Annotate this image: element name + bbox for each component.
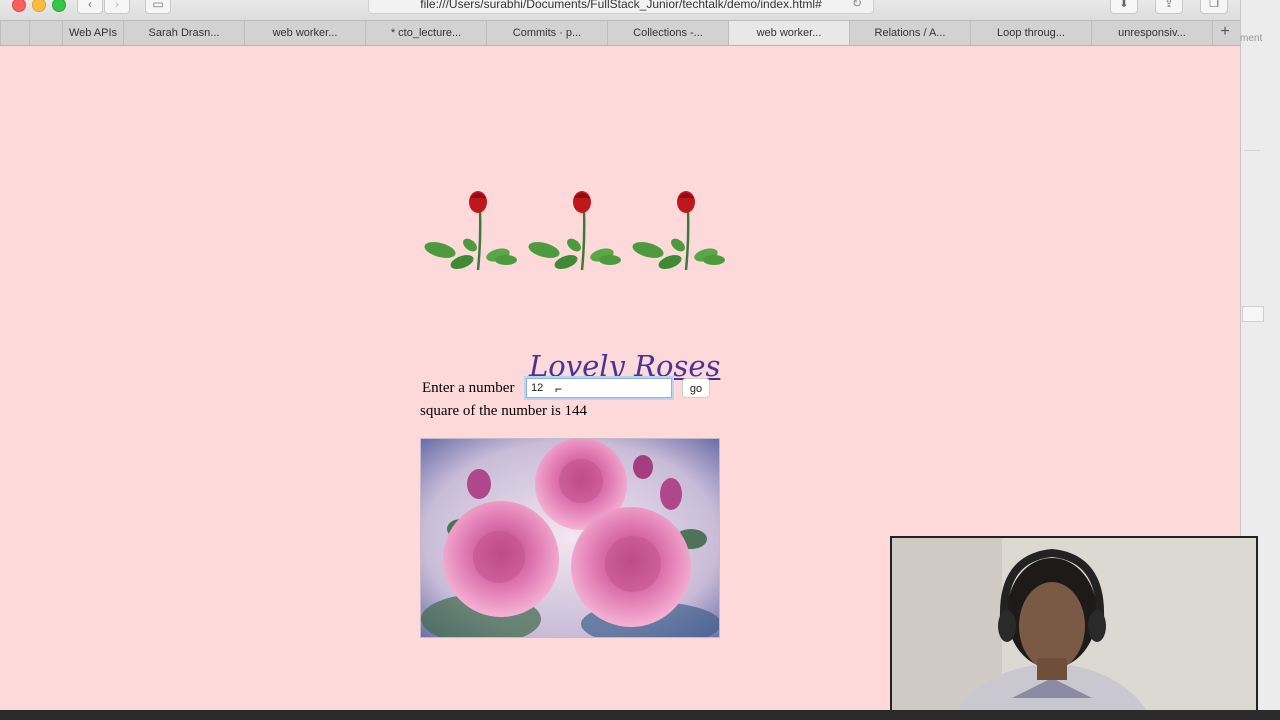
tab-collections[interactable]: Collections -...	[607, 21, 728, 45]
minimize-window-button[interactable]	[32, 0, 46, 12]
text-cursor-icon: ⌐	[555, 382, 563, 396]
tabs-icon: ❐	[1209, 0, 1219, 10]
rose-sprites-banner	[420, 190, 730, 275]
tab-loop-through[interactable]: Loop throug...	[970, 21, 1091, 45]
side-panel-divider	[1244, 150, 1260, 151]
reload-icon[interactable]: ↻	[852, 0, 862, 10]
rose-sprite-icon	[632, 191, 725, 271]
tab-web-apis[interactable]: Web APIs	[62, 21, 123, 45]
tab-commits[interactable]: Commits · p...	[486, 21, 607, 45]
tab-web-worker-active[interactable]: web worker...	[728, 21, 849, 45]
forward-button[interactable]: ›	[104, 0, 130, 14]
back-arrow-icon: ‹	[88, 0, 92, 11]
plus-icon: +	[1220, 23, 1230, 40]
new-tab-button[interactable]: +	[1212, 21, 1237, 45]
sidebar-toggle-button[interactable]: ▭	[145, 0, 171, 14]
address-bar[interactable]: file:///Users/surabhi/Documents/FullStac…	[368, 0, 874, 14]
download-icon: ⬇	[1119, 0, 1129, 10]
zoom-window-button[interactable]	[52, 0, 66, 12]
number-label: Enter a number	[422, 380, 515, 396]
tab-web-worker-1[interactable]: web worker...	[244, 21, 365, 45]
close-window-button[interactable]	[12, 0, 26, 12]
tab-cto-lecture[interactable]: * cto_lecture...	[365, 21, 486, 45]
tab-sarah[interactable]: Sarah Drasn...	[123, 21, 244, 45]
tab-label: Web APIs	[68, 27, 118, 39]
tab-label: Loop throug...	[997, 27, 1065, 39]
show-tabs-button[interactable]: ❐	[1200, 0, 1228, 14]
tab-label: Commits · p...	[512, 27, 582, 39]
roses-image	[420, 438, 720, 638]
download-button[interactable]: ⬇	[1110, 0, 1138, 14]
tab-relations[interactable]: Relations / A...	[849, 21, 970, 45]
dock-strip	[0, 710, 1280, 720]
go-button[interactable]: go	[682, 378, 710, 398]
tab-bar: Web APIs Sarah Drasn... web worker... * …	[0, 20, 1240, 46]
sidebar-icon: ▭	[152, 0, 164, 11]
forward-arrow-icon: ›	[115, 0, 119, 11]
tab-label: * cto_lecture...	[390, 27, 462, 39]
tab-label: unresponsiv...	[1118, 27, 1186, 39]
tab-label: web worker...	[756, 27, 822, 39]
title-bar: ‹ › ▭ file:///Users/surabhi/Documents/Fu…	[0, 0, 1240, 20]
tab-label: Collections -...	[633, 27, 703, 39]
tab-label: Relations / A...	[874, 27, 946, 39]
url-text: file:///Users/surabhi/Documents/FullStac…	[420, 0, 822, 11]
share-icon: ⇪	[1164, 0, 1174, 10]
pinned-tab[interactable]	[0, 21, 29, 45]
rose-sprite-icon	[528, 191, 621, 271]
webcam-overlay	[890, 536, 1258, 720]
back-button[interactable]: ‹	[77, 0, 103, 14]
side-panel-field[interactable]	[1242, 306, 1264, 322]
rose-sprite-icon	[424, 191, 517, 271]
pinned-tab-2[interactable]	[29, 21, 62, 45]
share-button[interactable]: ⇪	[1155, 0, 1183, 14]
number-input[interactable]	[526, 378, 672, 398]
tab-label: web worker...	[272, 27, 338, 39]
square-result-text: square of the number is 144	[420, 403, 588, 419]
tab-unresponsive[interactable]: unresponsiv...	[1091, 21, 1212, 45]
side-panel-partial-text: ment	[1240, 33, 1263, 44]
tab-label: Sarah Drasn...	[148, 27, 220, 39]
